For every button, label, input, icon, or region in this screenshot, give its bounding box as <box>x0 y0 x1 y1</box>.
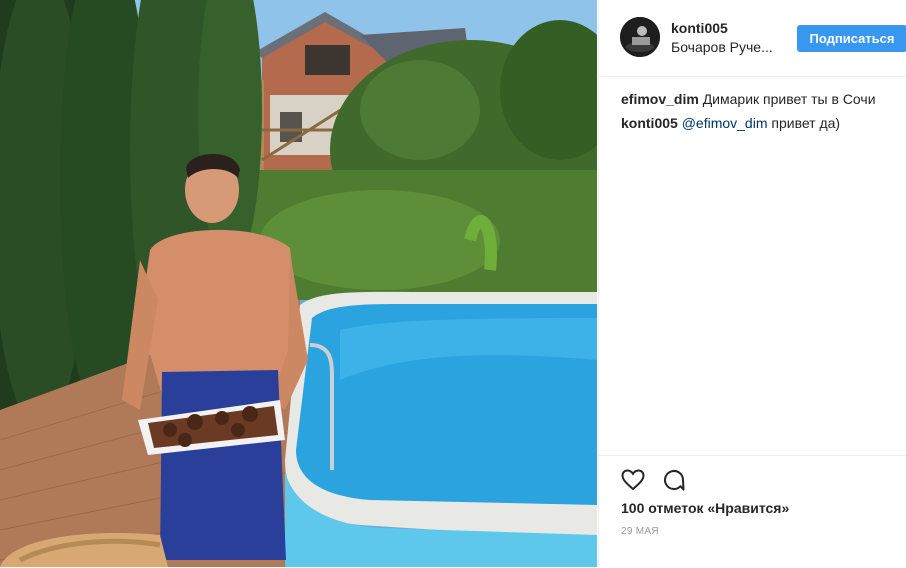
post-header: konti005 Бочаров Руче... Подписаться <box>599 0 906 77</box>
post-actions: 100 отметок «Нравится» 29 МАЯ <box>599 455 906 568</box>
likes-count[interactable]: 100 отметок «Нравится» <box>621 500 789 516</box>
comment-mention[interactable]: @efimov_dim <box>682 115 768 131</box>
comment-text: Димарик привет ты в Сочи <box>702 91 876 107</box>
comment-list: efimov_dim Димарик привет ты в Сочи kont… <box>621 90 901 138</box>
post-photo[interactable] <box>0 0 597 567</box>
follow-button[interactable]: Подписаться <box>797 25 906 52</box>
post-username[interactable]: konti005 <box>671 20 728 36</box>
heart-icon[interactable] <box>621 468 645 492</box>
comment-icon[interactable] <box>662 468 686 492</box>
comment-username[interactable]: efimov_dim <box>621 91 699 107</box>
post-side-panel: konti005 Бочаров Руче... Подписаться efi… <box>598 0 906 567</box>
photo-illustration <box>0 0 597 567</box>
post-date: 29 МАЯ <box>621 526 659 537</box>
comment-item: efimov_dim Димарик привет ты в Сочи <box>621 90 901 108</box>
comment-username[interactable]: konti005 <box>621 115 678 131</box>
comment-item: konti005 @efimov_dim привет да) <box>621 114 901 132</box>
comment-text: привет да) <box>771 115 841 131</box>
avatar[interactable] <box>620 17 660 57</box>
post-location[interactable]: Бочаров Руче... <box>671 39 773 55</box>
